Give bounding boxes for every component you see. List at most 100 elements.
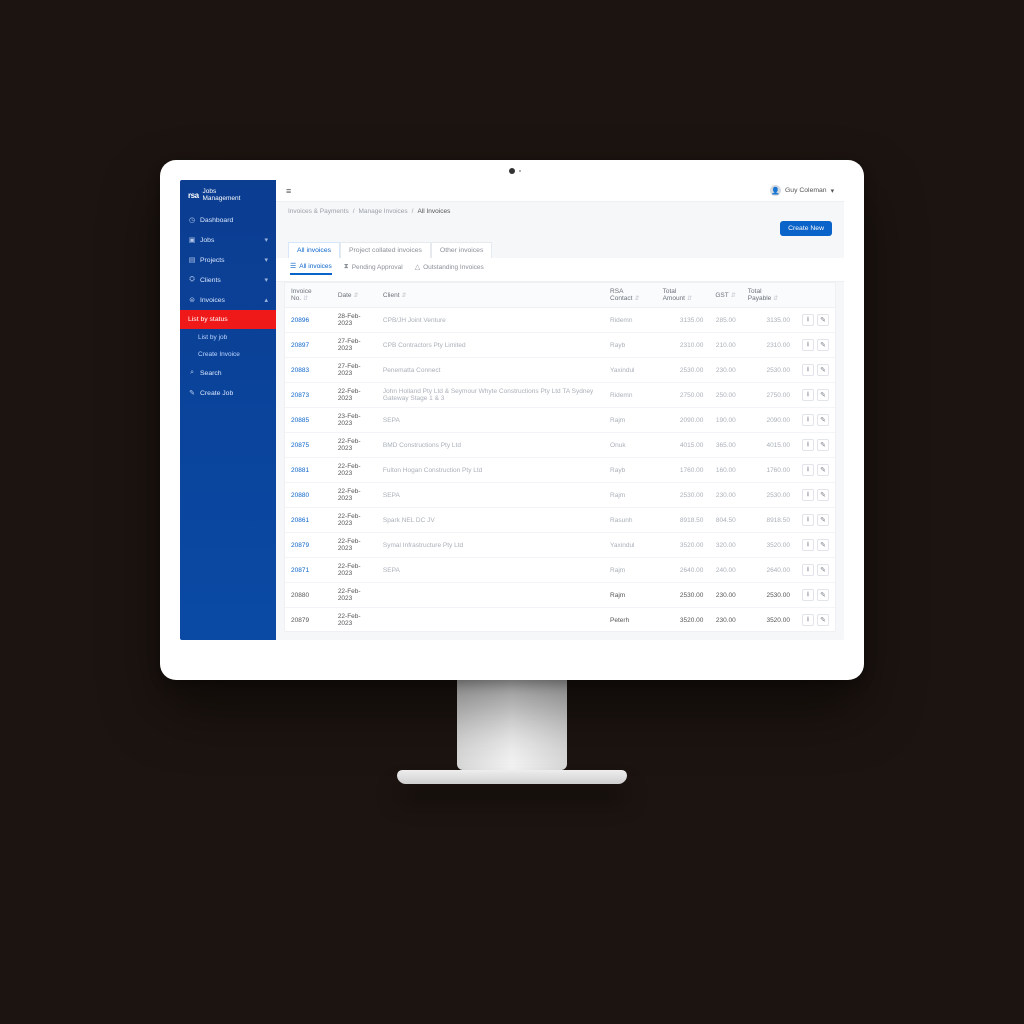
cell-date: 27-Feb-2023 — [332, 333, 377, 358]
create-new-button[interactable]: Create New — [780, 221, 832, 236]
table-row: 2087122-Feb-2023SEPARajm2640.00240.00264… — [285, 558, 835, 583]
cell-gst: 230.00 — [709, 583, 741, 608]
download-icon[interactable]: ⭳ — [802, 389, 814, 401]
cell-gst: 285.00 — [709, 308, 741, 333]
sidebar-item-jobs[interactable]: ▣Jobs▾ — [180, 230, 276, 250]
edit-icon[interactable]: ✎ — [817, 314, 829, 326]
cell-actions: ⭳✎ — [796, 533, 835, 558]
column-header[interactable]: Client⇵ — [377, 283, 604, 308]
download-icon[interactable]: ⭳ — [802, 464, 814, 476]
download-icon[interactable]: ⭳ — [802, 364, 814, 376]
cell-actions: ⭳✎ — [796, 333, 835, 358]
user-menu[interactable]: 👤 Guy Coleman ▾ — [770, 185, 834, 196]
cell-payable: 2640.00 — [742, 558, 796, 583]
invoice-link[interactable]: 20880 — [285, 583, 332, 608]
invoice-link[interactable]: 20861 — [285, 508, 332, 533]
edit-icon[interactable]: ✎ — [817, 389, 829, 401]
cell-amount: 2750.00 — [657, 383, 710, 408]
subtab[interactable]: ⧗Pending Approval — [344, 262, 403, 275]
cell-date: 23-Feb-2023 — [332, 408, 377, 433]
table-row: 2086122-Feb-2023Spark NEL DC JVRasunh891… — [285, 508, 835, 533]
breadcrumb: Invoices & Payments / Manage Invoices / … — [276, 202, 844, 221]
download-icon[interactable]: ⭳ — [802, 489, 814, 501]
edit-icon[interactable]: ✎ — [817, 364, 829, 376]
sidebar-item-create-job[interactable]: ✎Create Job — [180, 383, 276, 403]
cell-payable: 8918.50 — [742, 508, 796, 533]
nav-label: Create Job — [200, 390, 233, 397]
download-icon[interactable]: ⭳ — [802, 514, 814, 526]
crumb[interactable]: Manage Invoices — [359, 208, 408, 215]
invoice-link[interactable]: 20881 — [285, 458, 332, 483]
cell-date: 22-Feb-2023 — [332, 583, 377, 608]
download-icon[interactable]: ⭳ — [802, 564, 814, 576]
download-icon[interactable]: ⭳ — [802, 589, 814, 601]
edit-icon[interactable]: ✎ — [817, 464, 829, 476]
invoice-link[interactable]: 20873 — [285, 383, 332, 408]
edit-icon[interactable]: ✎ — [817, 414, 829, 426]
invoice-link[interactable]: 20879 — [285, 608, 332, 633]
cell-client: SEPA — [377, 483, 604, 508]
column-header[interactable]: Total Amount⇵ — [657, 283, 710, 308]
edit-icon[interactable]: ✎ — [817, 489, 829, 501]
subtab[interactable]: △Outstanding Invoices — [415, 262, 484, 275]
primary-tabs: All invoicesProject collated invoicesOth… — [276, 242, 844, 258]
cell-amount: 4015.00 — [657, 433, 710, 458]
sidebar-item-dashboard[interactable]: ◷Dashboard — [180, 210, 276, 230]
invoice-link[interactable]: 20875 — [285, 433, 332, 458]
cell-gst: 230.00 — [709, 358, 741, 383]
cell-amount: 3520.00 — [657, 608, 710, 633]
edit-icon[interactable]: ✎ — [817, 589, 829, 601]
invoice-link[interactable]: 20885 — [285, 408, 332, 433]
tab[interactable]: Other invoices — [431, 242, 492, 258]
invoice-link[interactable]: 20871 — [285, 558, 332, 583]
menu-toggle-icon[interactable]: ≡ — [286, 186, 291, 196]
sidebar-subitem[interactable]: List by job — [180, 329, 276, 346]
column-header[interactable]: Total Payable⇵ — [742, 283, 796, 308]
edit-icon[interactable]: ✎ — [817, 339, 829, 351]
column-header[interactable]: GST⇵ — [709, 283, 741, 308]
tab[interactable]: All invoices — [288, 242, 340, 258]
camera-dot — [509, 168, 515, 174]
sidebar-subitem[interactable]: Create Invoice — [180, 346, 276, 363]
download-icon[interactable]: ⭳ — [802, 439, 814, 451]
crumb[interactable]: Invoices & Payments — [288, 208, 349, 215]
invoice-link[interactable]: 20883 — [285, 358, 332, 383]
download-icon[interactable]: ⭳ — [802, 414, 814, 426]
edit-icon[interactable]: ✎ — [817, 514, 829, 526]
subtab-label: Pending Approval — [352, 264, 403, 271]
subtab-icon: △ — [415, 263, 420, 271]
column-header[interactable]: Invoice No.⇵ — [285, 283, 332, 308]
cell-date: 22-Feb-2023 — [332, 483, 377, 508]
download-icon[interactable]: ⭳ — [802, 314, 814, 326]
edit-icon[interactable]: ✎ — [817, 614, 829, 626]
invoice-link[interactable]: 20896 — [285, 308, 332, 333]
table-row: 2087522-Feb-2023BMD Constructions Pty Lt… — [285, 433, 835, 458]
nav-label: Projects — [200, 257, 225, 264]
nav-icon: ⊜ — [188, 296, 196, 304]
sidebar-item-search[interactable]: ⌕Search — [180, 363, 276, 383]
column-header[interactable]: RSA Contact⇵ — [604, 283, 657, 308]
subtab[interactable]: ☰All invoices — [290, 262, 332, 275]
sidebar-item-projects[interactable]: ▤Projects▾ — [180, 250, 276, 270]
column-header[interactable]: Date⇵ — [332, 283, 377, 308]
sidebar-item-invoices[interactable]: ⊜Invoices▴ — [180, 290, 276, 310]
cell-amount: 2640.00 — [657, 558, 710, 583]
download-icon[interactable]: ⭳ — [802, 614, 814, 626]
sidebar-subitem[interactable]: List by status — [180, 310, 276, 329]
cell-actions: ⭳✎ — [796, 358, 835, 383]
edit-icon[interactable]: ✎ — [817, 539, 829, 551]
download-icon[interactable]: ⭳ — [802, 339, 814, 351]
invoice-link[interactable]: 20879 — [285, 533, 332, 558]
column-header[interactable] — [796, 283, 835, 308]
edit-icon[interactable]: ✎ — [817, 564, 829, 576]
edit-icon[interactable]: ✎ — [817, 439, 829, 451]
cell-client: Penematta Connect — [377, 358, 604, 383]
invoice-link[interactable]: 20880 — [285, 483, 332, 508]
cell-contact: Rayb — [604, 333, 657, 358]
tab[interactable]: Project collated invoices — [340, 242, 431, 258]
cell-actions: ⭳✎ — [796, 483, 835, 508]
sidebar-item-clients[interactable]: ⛭Clients▾ — [180, 270, 276, 290]
cell-actions: ⭳✎ — [796, 408, 835, 433]
invoice-link[interactable]: 20897 — [285, 333, 332, 358]
download-icon[interactable]: ⭳ — [802, 539, 814, 551]
